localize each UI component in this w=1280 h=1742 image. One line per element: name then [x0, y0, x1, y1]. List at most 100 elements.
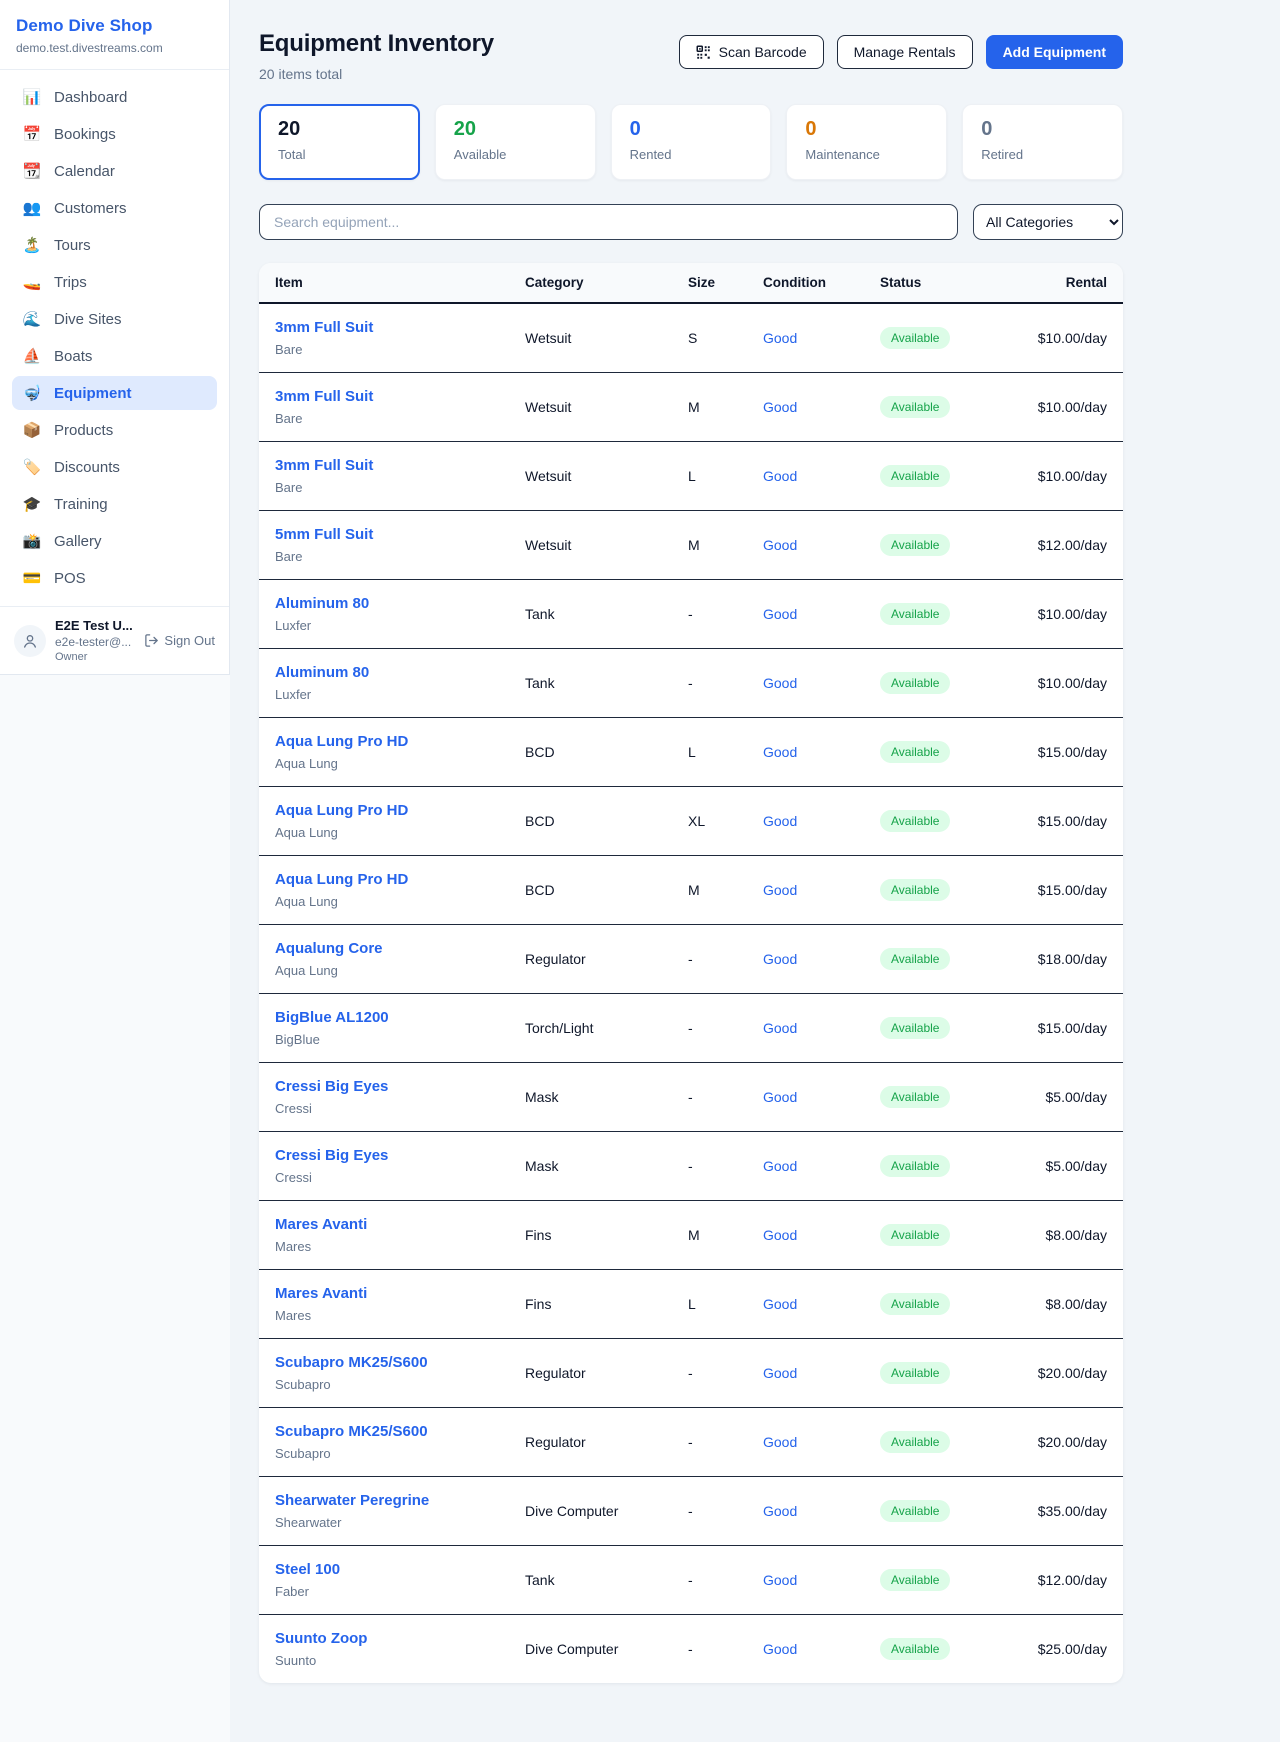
- main-area: Equipment Inventory 20 items total: [230, 0, 1280, 1742]
- search-input[interactable]: [259, 204, 958, 240]
- item-rental: $20.00/day: [1038, 1365, 1107, 1381]
- item-condition-link[interactable]: Good: [763, 675, 797, 691]
- item-name-link[interactable]: Aqualung Core: [275, 939, 383, 959]
- item-brand: Mares: [275, 1238, 517, 1255]
- item-name-link[interactable]: Mares Avanti: [275, 1284, 367, 1304]
- item-condition-link[interactable]: Good: [763, 951, 797, 967]
- item-name-link[interactable]: Aluminum 80: [275, 663, 369, 683]
- training-icon: 🎓: [22, 495, 42, 513]
- table-row: Cressi Big Eyes Cressi Mask - Good Avail…: [259, 1132, 1123, 1201]
- sidebar-item-gallery[interactable]: 📸 Gallery: [12, 524, 217, 558]
- scan-barcode-button[interactable]: Scan Barcode: [679, 35, 824, 69]
- column-header-status: Status: [880, 263, 1003, 303]
- item-category: Wetsuit: [525, 511, 688, 580]
- item-name-link[interactable]: 3mm Full Suit: [275, 456, 373, 476]
- sidebar-item-pos[interactable]: 💳 POS: [12, 561, 217, 595]
- item-name-link[interactable]: Aqua Lung Pro HD: [275, 801, 408, 821]
- item-condition-link[interactable]: Good: [763, 468, 797, 484]
- sidebar-item-dive-sites[interactable]: 🌊 Dive Sites: [12, 302, 217, 336]
- sidebar-item-training[interactable]: 🎓 Training: [12, 487, 217, 521]
- sidebar-item-calendar[interactable]: 📆 Calendar: [12, 154, 217, 188]
- stat-card[interactable]: 0 Retired: [962, 104, 1123, 180]
- item-name-link[interactable]: Scubapro MK25/S600: [275, 1422, 428, 1442]
- item-category: Torch/Light: [525, 994, 688, 1063]
- sidebar-item-dashboard[interactable]: 📊 Dashboard: [12, 80, 217, 114]
- item-name-link[interactable]: Scubapro MK25/S600: [275, 1353, 428, 1373]
- item-size: -: [688, 1477, 763, 1546]
- table-row: Aqualung Core Aqua Lung Regulator - Good…: [259, 925, 1123, 994]
- sidebar-item-trips[interactable]: 🚤 Trips: [12, 265, 217, 299]
- stat-card[interactable]: 0 Maintenance: [786, 104, 947, 180]
- item-condition-link[interactable]: Good: [763, 399, 797, 415]
- item-brand: Bare: [275, 410, 517, 427]
- item-name-link[interactable]: Suunto Zoop: [275, 1629, 367, 1649]
- item-name-link[interactable]: 5mm Full Suit: [275, 525, 373, 545]
- user-email: e2e-tester@...: [55, 635, 135, 649]
- item-condition-link[interactable]: Good: [763, 330, 797, 346]
- status-badge: Available: [880, 1293, 950, 1315]
- item-condition-link[interactable]: Good: [763, 1365, 797, 1381]
- item-rental: $8.00/day: [1046, 1227, 1108, 1243]
- item-condition-link[interactable]: Good: [763, 813, 797, 829]
- item-condition-link[interactable]: Good: [763, 1641, 797, 1657]
- item-name-link[interactable]: Cressi Big Eyes: [275, 1146, 388, 1166]
- item-condition-link[interactable]: Good: [763, 606, 797, 622]
- item-name-link[interactable]: 3mm Full Suit: [275, 318, 373, 338]
- gallery-icon: 📸: [22, 532, 42, 550]
- item-condition-link[interactable]: Good: [763, 1020, 797, 1036]
- sidebar-item-discounts[interactable]: 🏷️ Discounts: [12, 450, 217, 484]
- item-name-link[interactable]: Aluminum 80: [275, 594, 369, 614]
- item-category: BCD: [525, 787, 688, 856]
- sidebar-item-products[interactable]: 📦 Products: [12, 413, 217, 447]
- item-name-link[interactable]: Aqua Lung Pro HD: [275, 870, 408, 890]
- item-condition-link[interactable]: Good: [763, 1503, 797, 1519]
- item-name-link[interactable]: Steel 100: [275, 1560, 340, 1580]
- item-name-link[interactable]: 3mm Full Suit: [275, 387, 373, 407]
- sidebar-item-customers[interactable]: 👥 Customers: [12, 191, 217, 225]
- item-rental: $35.00/day: [1038, 1503, 1107, 1519]
- item-name-link[interactable]: Aqua Lung Pro HD: [275, 732, 408, 752]
- item-category: Tank: [525, 649, 688, 718]
- sidebar-item-equipment[interactable]: 🤿 Equipment: [12, 376, 217, 410]
- item-condition-link[interactable]: Good: [763, 1227, 797, 1243]
- sidebar-item-label: Dashboard: [54, 89, 127, 106]
- stat-card[interactable]: 20 Total: [259, 104, 420, 180]
- sign-out-label: Sign Out: [164, 633, 215, 648]
- sidebar-item-boats[interactable]: ⛵ Boats: [12, 339, 217, 373]
- item-name-link[interactable]: Shearwater Peregrine: [275, 1491, 429, 1511]
- sidebar-item-tours[interactable]: 🏝️ Tours: [12, 228, 217, 262]
- sidebar-item-bookings[interactable]: 📅 Bookings: [12, 117, 217, 151]
- item-condition-link[interactable]: Good: [763, 882, 797, 898]
- item-rental: $12.00/day: [1038, 537, 1107, 553]
- calendar-icon: 📆: [22, 162, 42, 180]
- item-brand: Cressi: [275, 1100, 517, 1117]
- item-condition-link[interactable]: Good: [763, 1089, 797, 1105]
- item-condition-link[interactable]: Good: [763, 1572, 797, 1588]
- item-size: L: [688, 718, 763, 787]
- stat-card[interactable]: 0 Rented: [611, 104, 772, 180]
- boats-icon: ⛵: [22, 347, 42, 365]
- item-rental: $5.00/day: [1046, 1158, 1108, 1174]
- table-row: Shearwater Peregrine Shearwater Dive Com…: [259, 1477, 1123, 1546]
- item-rental: $18.00/day: [1038, 951, 1107, 967]
- sidebar-item-label: Dive Sites: [54, 311, 122, 328]
- status-badge: Available: [880, 1362, 950, 1384]
- item-name-link[interactable]: Mares Avanti: [275, 1215, 367, 1235]
- manage-rentals-button[interactable]: Manage Rentals: [837, 35, 973, 69]
- item-condition-link[interactable]: Good: [763, 1296, 797, 1312]
- column-header-category: Category: [525, 263, 688, 303]
- add-equipment-button[interactable]: Add Equipment: [986, 35, 1123, 69]
- sidebar-item-label: Bookings: [54, 126, 116, 143]
- item-condition-link[interactable]: Good: [763, 1158, 797, 1174]
- item-condition-link[interactable]: Good: [763, 1434, 797, 1450]
- sidebar-item-label: Training: [54, 496, 108, 513]
- item-name-link[interactable]: Cressi Big Eyes: [275, 1077, 388, 1097]
- item-brand: Cressi: [275, 1169, 517, 1186]
- item-condition-link[interactable]: Good: [763, 537, 797, 553]
- discounts-icon: 🏷️: [22, 458, 42, 476]
- item-condition-link[interactable]: Good: [763, 744, 797, 760]
- stat-card[interactable]: 20 Available: [435, 104, 596, 180]
- item-name-link[interactable]: BigBlue AL1200: [275, 1008, 389, 1028]
- sign-out-button[interactable]: Sign Out: [144, 633, 215, 648]
- category-select[interactable]: All Categories: [973, 204, 1123, 240]
